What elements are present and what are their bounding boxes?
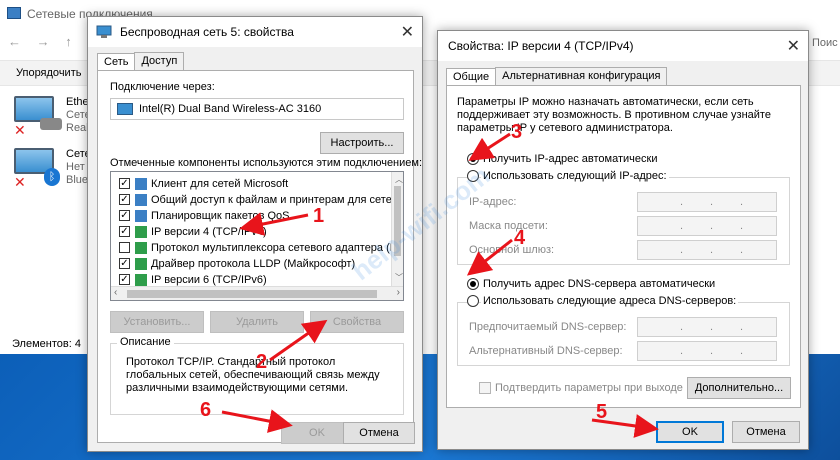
description-legend: Описание (117, 336, 174, 348)
dialog-titlebar: Свойства: IP версии 4 (TCP/IPv4) ✕ (438, 31, 808, 61)
chevron-down-icon[interactable]: ﹀ (395, 272, 403, 283)
items-count: Элементов: 4 (12, 338, 81, 350)
network-client-icon (135, 178, 147, 190)
install-button[interactable]: Установить... (110, 311, 204, 333)
horizontal-scrollbar[interactable]: ‹ › (111, 286, 403, 300)
protocol-icon (135, 258, 147, 270)
network-folder-icon (7, 7, 21, 19)
configure-button[interactable]: Настроить... (320, 132, 404, 154)
bluetooth-icon: ᛒ (44, 168, 60, 186)
components-label: Отмеченные компоненты используются этим … (110, 157, 423, 169)
subnet-mask-label: Маска подсети: (469, 220, 548, 232)
ip-address-field[interactable]: ... (637, 192, 777, 212)
connect-using-label: Подключение через: (110, 81, 215, 93)
tab-sharing[interactable]: Доступ (134, 52, 185, 71)
component-checkbox[interactable]: ✓ (119, 258, 130, 269)
protocol-icon (135, 226, 147, 238)
protocol-icon (135, 242, 147, 254)
tab-panel: Параметры IP можно назначать автоматичес… (446, 85, 801, 408)
remove-button[interactable]: Удалить (210, 311, 304, 333)
component-label: IP версии 4 (TCP/IPv4) (151, 226, 267, 238)
close-icon[interactable]: ✕ (787, 36, 800, 56)
component-row[interactable]: Протокол мультиплексора сетевого адаптер… (111, 240, 403, 256)
protocol-icon (135, 274, 147, 286)
qos-icon (135, 210, 147, 222)
dns-manual-label[interactable]: Использовать следующие адреса DNS-сервер… (481, 295, 739, 307)
component-row[interactable]: ✓ Общий доступ к файлам и принтерам для с… (111, 192, 403, 208)
cancel-button[interactable]: Отмена (343, 422, 415, 444)
network-adapter-icon (117, 103, 133, 115)
gateway-field[interactable]: ... (637, 240, 777, 260)
chevron-right-icon[interactable]: › (397, 287, 400, 298)
dns-auto-radio[interactable] (467, 278, 479, 290)
dialog-title: Беспроводная сеть 5: свойства (120, 25, 294, 39)
wireless-properties-dialog: Беспроводная сеть 5: свойства ✕ Сеть Дос… (87, 16, 423, 452)
dns-auto-label[interactable]: Получить адрес DNS-сервера автоматически (483, 278, 715, 290)
preferred-dns-field[interactable]: ... (637, 317, 777, 337)
subnet-mask-field[interactable]: ... (637, 216, 777, 236)
advanced-button[interactable]: Дополнительно... (687, 377, 791, 399)
dns-manual-radio[interactable] (467, 295, 479, 307)
disconnected-icon: ✕ (14, 122, 26, 138)
intro-text: Параметры IP можно назначать автоматичес… (457, 96, 771, 134)
tab-strip: Общие Альтернативная конфигурация (446, 67, 668, 87)
component-label: Общий доступ к файлам и принтерам для се… (151, 194, 404, 206)
component-checkbox[interactable] (119, 242, 130, 253)
component-row[interactable]: ✓ Планировщик пакетов QoS (111, 208, 391, 224)
description-text: Протокол TCP/IP. Стандартный протокол гл… (126, 356, 380, 394)
scrollbar-thumb[interactable] (127, 290, 377, 298)
validate-label[interactable]: Подтвердить параметры при выходе (495, 382, 683, 394)
properties-button[interactable]: Свойства (310, 311, 404, 333)
cancel-button[interactable]: Отмена (732, 421, 800, 443)
network-adapter-icon (96, 25, 112, 38)
ipv4-properties-dialog: Свойства: IP версии 4 (TCP/IPv4) ✕ Общие… (437, 30, 809, 450)
ip-auto-label[interactable]: Получить IP-адрес автоматически (483, 153, 657, 165)
component-checkbox[interactable]: ✓ (119, 210, 130, 221)
component-checkbox[interactable]: ✓ (119, 226, 130, 237)
nav-arrows[interactable]: ← → ↑ (8, 34, 78, 49)
preferred-dns-label: Предпочитаемый DNS-сервер: (469, 321, 627, 333)
search-box[interactable]: Поис (812, 37, 838, 49)
cable-icon (40, 118, 62, 130)
disconnected-icon: ✕ (14, 174, 26, 190)
dialog-title: Свойства: IP версии 4 (TCP/IPv4) (448, 39, 634, 53)
component-label: Клиент для сетей Microsoft (151, 178, 289, 190)
dialog-titlebar: Беспроводная сеть 5: свойства ✕ (88, 17, 422, 47)
chevron-left-icon[interactable]: ‹ (114, 287, 117, 298)
gateway-label: Основной шлюз: (469, 244, 555, 256)
components-list[interactable]: ✓ Клиент для сетей Microsoft ✓ Общий доступ… (110, 171, 404, 301)
tab-strip: Сеть Доступ (97, 52, 185, 72)
alternate-dns-field[interactable]: ... (637, 341, 777, 361)
component-row[interactable]: ✓ Клиент для сетей Microsoft (111, 176, 391, 192)
description-group: Описание Протокол TCP/IP. Стандартный пр… (110, 336, 404, 415)
file-sharing-icon (135, 194, 147, 206)
component-checkbox[interactable]: ✓ (119, 194, 130, 205)
component-row[interactable]: ✓ IP версии 4 (TCP/IPv4) (111, 224, 391, 240)
tab-alternate-config[interactable]: Альтернативная конфигурация (495, 67, 668, 86)
validate-checkbox[interactable] (479, 382, 491, 394)
component-label: IP версии 6 (TCP/IPv6) (151, 274, 267, 286)
chevron-up-icon[interactable]: ︿ (395, 174, 403, 185)
close-icon[interactable]: ✕ (401, 22, 414, 42)
organize-menu[interactable]: Упорядочить (16, 67, 81, 79)
component-checkbox[interactable]: ✓ (119, 178, 130, 189)
adapter-field: Intel(R) Dual Band Wireless-AC 3160 (110, 98, 404, 120)
adapter-name: Intel(R) Dual Band Wireless-AC 3160 (139, 103, 322, 115)
component-label: Драйвер протокола LLDP (Майкрософт) (151, 258, 356, 270)
ip-manual-label[interactable]: Использовать следующий IP-адрес: (481, 170, 669, 182)
component-checkbox[interactable]: ✓ (119, 274, 130, 285)
ok-button[interactable]: OK (656, 421, 724, 443)
component-label: Планировщик пакетов QoS (151, 210, 290, 222)
alternate-dns-label: Альтернативный DNS-сервер: (469, 345, 623, 357)
